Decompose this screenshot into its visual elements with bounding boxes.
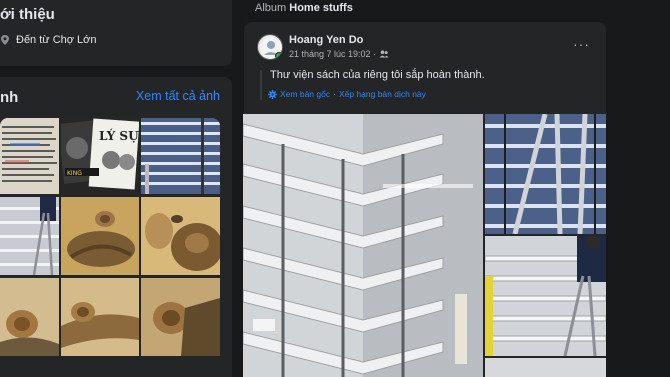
post-photo-ladder-person[interactable] <box>485 236 606 356</box>
post-photo-ladder-top[interactable] <box>485 114 606 234</box>
album-label: Album Home stuffs <box>255 2 353 14</box>
post-text: Thư viện sách của riêng tôi sắp hoàn thà… <box>270 69 485 81</box>
photo-thumb-shelves[interactable] <box>141 118 220 194</box>
book-page-graphic <box>0 118 59 194</box>
shelves-graphic <box>141 118 220 194</box>
album-prefix: Album <box>255 2 287 14</box>
post-photo-main[interactable] <box>243 114 483 377</box>
photos-title: nh <box>0 89 19 106</box>
avatar[interactable] <box>257 34 283 60</box>
more-options-button[interactable]: ··· <box>573 36 590 52</box>
online-status-dot <box>275 52 282 59</box>
snail-graphic <box>61 197 139 275</box>
intro-from-text: Đến từ Chợ Lớn <box>16 34 97 46</box>
person-on-ladder-graphic <box>485 236 606 356</box>
see-all-photos-link[interactable]: Xem tất cả ảnh <box>136 89 220 103</box>
post-author[interactable]: Hoang Yen Do <box>289 34 363 46</box>
friends-icon <box>379 50 389 58</box>
snail-closeup-graphic <box>141 197 220 275</box>
translation-separator: · <box>333 89 336 99</box>
book-covers-graphic: LÝ SỰ C KING <box>61 118 139 194</box>
photo-thumb-book[interactable] <box>0 118 59 194</box>
post-photo-extra[interactable] <box>485 358 606 377</box>
photo-thumb-snail-2[interactable] <box>141 197 220 275</box>
rate-translation-link[interactable]: Xếp hạng bản dịch này <box>339 89 426 99</box>
right-gutter <box>606 0 670 377</box>
photo-thumb-snail-1[interactable] <box>61 197 139 275</box>
post-timestamp[interactable]: 21 tháng 7 lúc 19:02 · <box>289 49 376 59</box>
ladder-graphic <box>0 197 59 275</box>
location-pin-icon <box>1 35 9 45</box>
intro-card: ới thiệu Đến từ Chợ Lớn <box>0 0 232 66</box>
snail-log-graphic <box>61 278 139 356</box>
intro-title: ới thiệu <box>0 6 55 23</box>
translation-divider <box>260 70 262 100</box>
photo-thumb-book-covers[interactable]: LÝ SỰ C KING <box>61 118 139 194</box>
translation-row: Xem bản gốc · Xếp hạng bản dịch này <box>268 89 426 99</box>
svg-text:KING: KING <box>67 170 82 177</box>
photo-thumb-snail-4[interactable] <box>61 278 139 356</box>
album-name[interactable]: Home stuffs <box>289 2 353 14</box>
photo-thumb-snail-5[interactable] <box>141 278 220 356</box>
svg-text:LÝ SỰ C: LÝ SỰ C <box>99 128 139 143</box>
gear-icon <box>268 89 277 99</box>
snail-wood-graphic <box>0 278 59 356</box>
photo-thumb-snail-3[interactable] <box>0 278 59 356</box>
bookshelf-corner-graphic <box>243 114 483 377</box>
ladder-shelves-graphic <box>485 114 606 234</box>
intro-from-row: Đến từ Chợ Lớn <box>0 34 97 46</box>
post-meta: 21 tháng 7 lúc 19:02 · <box>289 49 389 59</box>
photo-thumb-ladder[interactable] <box>0 197 59 275</box>
see-original-link[interactable]: Xem bản gốc <box>280 89 330 99</box>
snail-bark-graphic <box>141 278 220 356</box>
